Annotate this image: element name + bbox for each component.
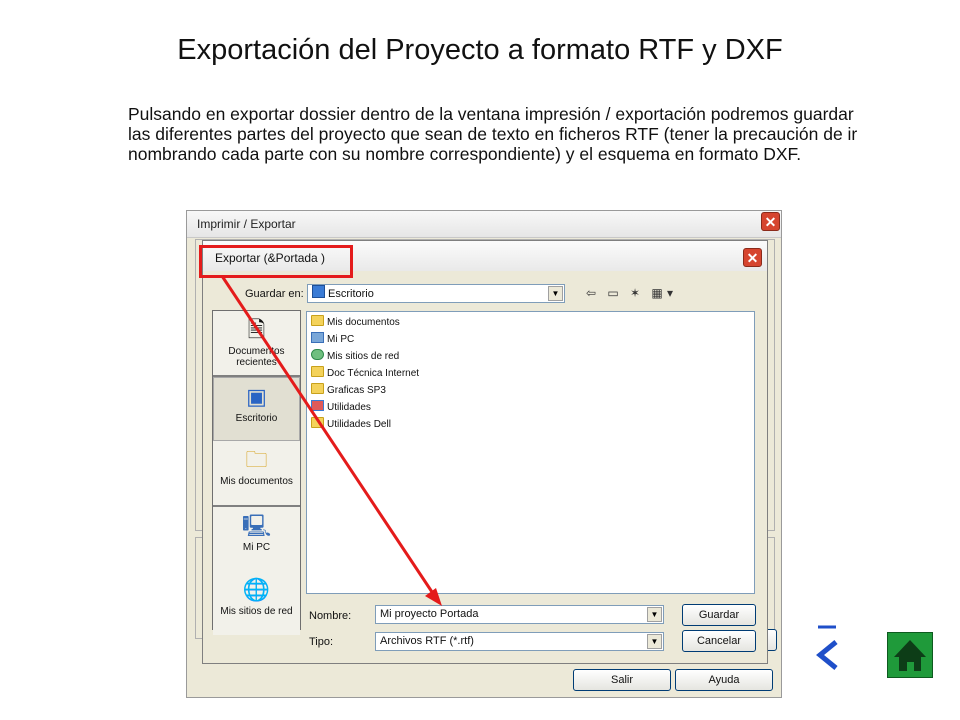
annotation-arrow xyxy=(220,275,442,606)
arrow-line xyxy=(220,275,438,599)
back-nav-icon[interactable] xyxy=(812,624,842,674)
arrow-head xyxy=(425,588,442,606)
home-icon xyxy=(894,640,926,671)
home-nav-button[interactable] xyxy=(887,632,933,678)
